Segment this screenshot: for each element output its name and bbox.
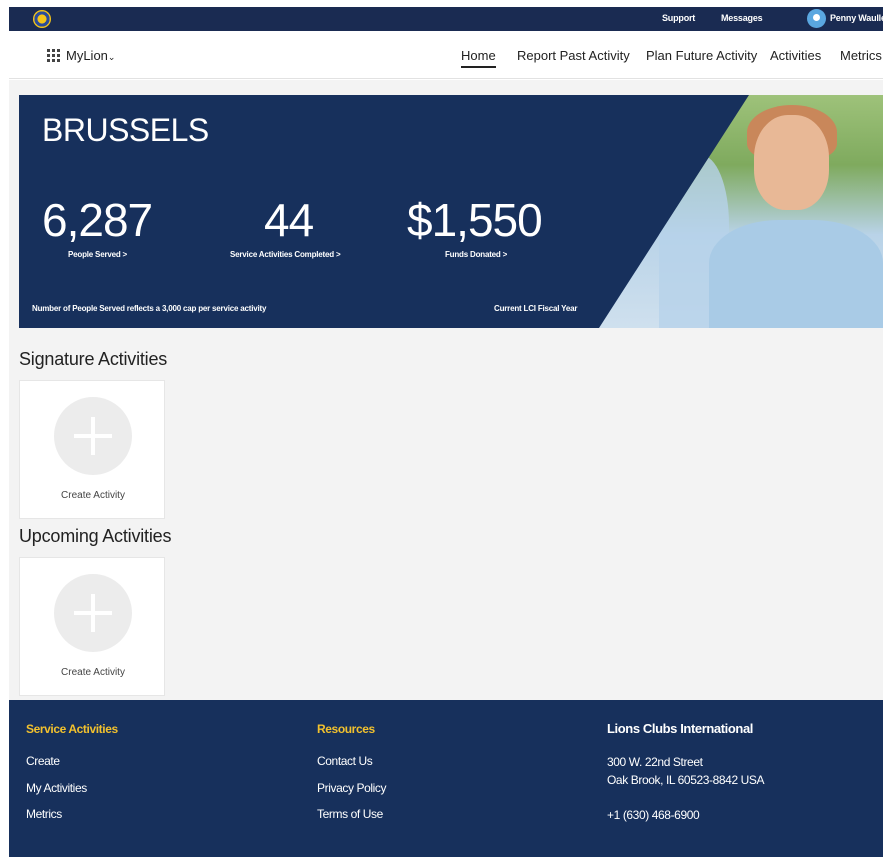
people-served-note: Number of People Served reflects a 3,000… (32, 304, 267, 313)
service-activities-label[interactable]: Service Activities Completed > (230, 250, 341, 259)
people-served-value[interactable]: 6,287 (42, 193, 153, 247)
funds-donated-label[interactable]: Funds Donated > (445, 250, 507, 259)
footer: Service Activities Create My Activities … (9, 700, 883, 857)
footer-link-contact-us[interactable]: Contact Us (317, 754, 373, 768)
messages-link[interactable]: Messages (721, 13, 763, 23)
support-link[interactable]: Support (662, 13, 695, 23)
main-nav: MyLion⌄ Home Report Past Activity Plan F… (9, 31, 883, 79)
nav-metrics[interactable]: Metrics (840, 48, 882, 63)
signature-activities-title: Signature Activities (19, 349, 168, 369)
people-served-label[interactable]: People Served > (68, 250, 127, 259)
chevron-down-icon: ⌄ (107, 52, 116, 62)
footer-link-terms-of-use[interactable]: Terms of Use (317, 807, 383, 821)
footer-org-heading: Lions Clubs International (607, 721, 754, 736)
nav-home[interactable]: Home (461, 48, 496, 68)
hero-photo (599, 95, 883, 328)
footer-link-create[interactable]: Create (26, 754, 60, 768)
funds-donated-value[interactable]: $1,550 (407, 193, 543, 247)
service-activities-value[interactable]: 44 (264, 193, 314, 247)
footer-link-metrics[interactable]: Metrics (26, 807, 62, 821)
user-avatar-icon[interactable] (807, 9, 826, 28)
footer-link-privacy-policy[interactable]: Privacy Policy (317, 781, 386, 795)
create-signature-activity-card[interactable]: Create Activity (19, 380, 165, 519)
footer-service-heading: Service Activities (26, 722, 118, 736)
fiscal-year-note: Current LCI Fiscal Year (494, 304, 578, 313)
create-activity-label: Create Activity (61, 667, 125, 678)
nav-report-past-activity[interactable]: Report Past Activity (517, 48, 630, 63)
photo-person-shirt (709, 220, 883, 328)
top-utility-bar: Support Messages Penny Waulle (9, 7, 883, 31)
lions-logo-icon[interactable] (33, 10, 51, 28)
plus-icon[interactable] (54, 397, 132, 475)
nav-activities[interactable]: Activities (770, 48, 821, 63)
upcoming-activities-title: Upcoming Activities (19, 526, 172, 546)
nav-plan-future-activity[interactable]: Plan Future Activity (646, 48, 757, 63)
hero-banner: BRUSSELS 6,287 People Served > 44 Servic… (19, 95, 883, 328)
brand-dropdown[interactable]: MyLion⌄ (66, 48, 115, 63)
app-launcher-icon[interactable] (47, 49, 61, 63)
club-name: BRUSSELS (42, 112, 209, 148)
user-name[interactable]: Penny Waulle (830, 13, 883, 23)
footer-phone: +1 (630) 468-6900 (607, 808, 700, 822)
create-activity-label: Create Activity (61, 490, 125, 501)
create-upcoming-activity-card[interactable]: Create Activity (19, 557, 165, 696)
footer-resources-heading: Resources (317, 722, 375, 736)
photo-person-face (754, 115, 829, 210)
footer-address-line1: 300 W. 22nd Street (607, 755, 703, 769)
brand-label: MyLion (66, 48, 108, 63)
footer-address-line2: Oak Brook, IL 60523-8842 USA (607, 773, 765, 787)
footer-link-my-activities[interactable]: My Activities (26, 781, 87, 795)
plus-icon[interactable] (54, 574, 132, 652)
